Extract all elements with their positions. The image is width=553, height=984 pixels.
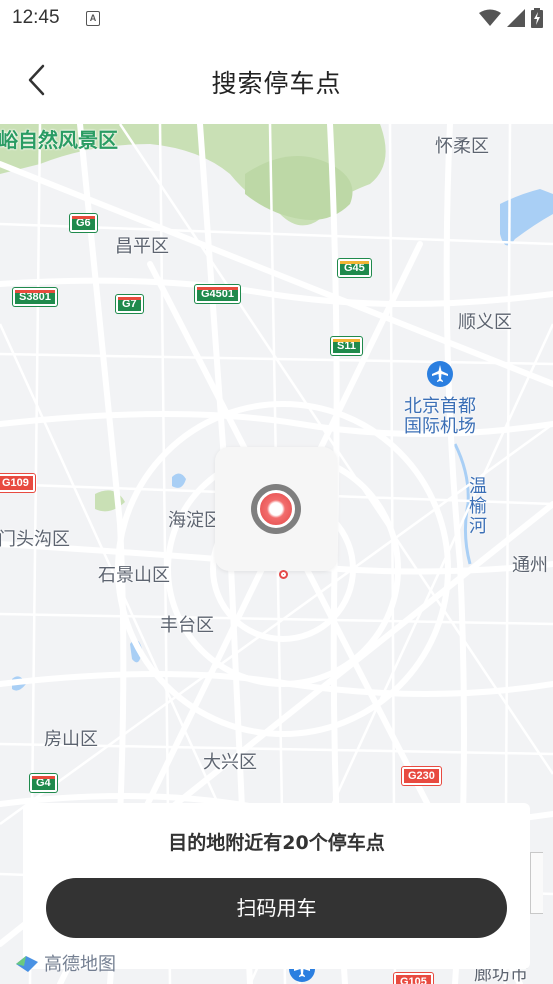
wifi-icon (479, 9, 501, 26)
map-label-shijingshan: 石景山区 (98, 565, 170, 586)
page-title: 搜索停车点 (211, 69, 342, 98)
shield-g6: G6 (70, 214, 97, 232)
battery-charging-icon (531, 8, 543, 28)
map-label-airport-2: 国际机场 (404, 416, 476, 437)
status-icons (479, 8, 543, 28)
attribution-text: 高德地图 (44, 954, 116, 975)
destination-marker[interactable] (279, 570, 288, 579)
map-label-scenic: 峪自然风景区 (0, 128, 118, 152)
map-label-tongzhou: 通州 (512, 555, 548, 576)
shield-g4: G4 (30, 774, 57, 792)
map-label-daxing: 大兴区 (203, 752, 257, 773)
header: 搜索停车点 (0, 36, 553, 124)
map-label-changping: 昌平区 (115, 236, 169, 257)
map-label-shunyi: 顺义区 (458, 312, 512, 333)
map-label-fangshan: 房山区 (44, 729, 98, 750)
shield-g230: G230 (402, 767, 441, 785)
map-label-wenyu-river: 温榆河 (466, 476, 487, 536)
shield-g4501: G4501 (195, 285, 241, 303)
map-edge-control (530, 852, 543, 914)
map-label-haidian: 海淀区 (168, 510, 222, 531)
map-label-fengtai: 丰台区 (160, 615, 214, 636)
shield-g7: G7 (116, 295, 143, 313)
bottom-panel: 目的地附近有20个停车点 扫码用车 (23, 803, 530, 969)
shield-g45: G45 (338, 259, 371, 277)
shield-g109: G109 (0, 474, 35, 492)
notification-icon: A (86, 11, 100, 26)
shield-s11: S11 (331, 337, 362, 355)
amap-logo-icon (16, 956, 38, 972)
map-label-huairou: 怀柔区 (435, 136, 489, 157)
parking-count-text: 目的地附近有20个停车点 (168, 832, 385, 854)
scan-to-ride-button[interactable]: 扫码用车 (46, 878, 507, 938)
location-pin-icon (251, 484, 301, 534)
map-label-mentougou: 门头沟区 (0, 529, 70, 550)
status-bar: 12:45 A (0, 0, 553, 36)
airport-icon (427, 361, 453, 387)
center-pin-card (215, 447, 337, 571)
shield-g105: G105 (394, 973, 433, 984)
map-attribution: 高德地图 (14, 950, 116, 976)
shield-s3801: S3801 (13, 288, 57, 306)
signal-icon (507, 9, 525, 27)
status-time: 12:45 (12, 7, 60, 28)
